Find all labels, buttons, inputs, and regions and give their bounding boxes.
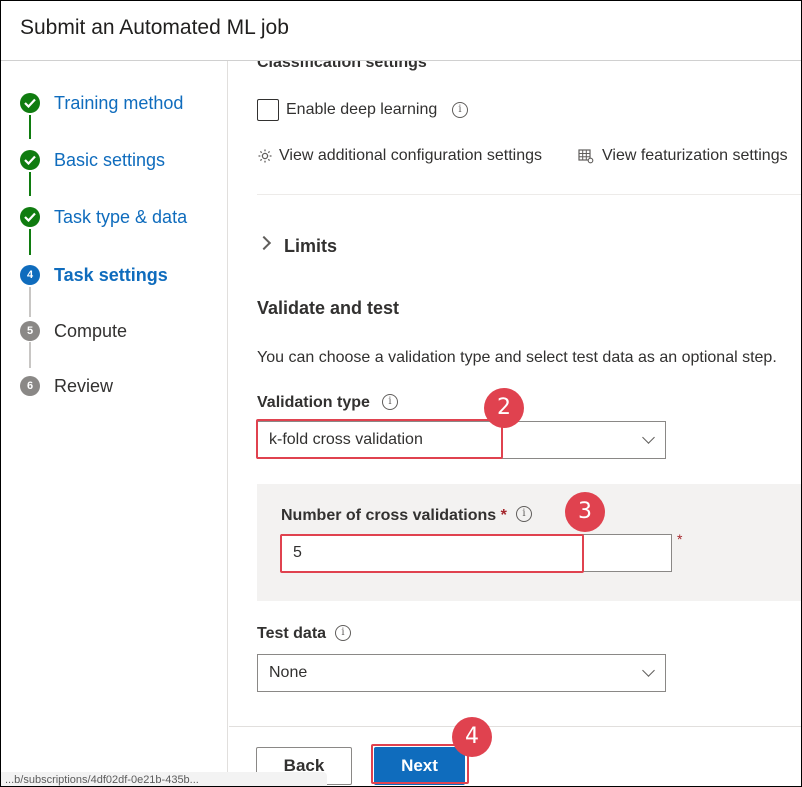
table-settings-icon — [578, 149, 594, 164]
step-task-settings[interactable]: 4 Task settings — [1, 260, 227, 290]
section-divider — [257, 194, 801, 195]
test-data-dropdown[interactable]: None — [257, 654, 666, 692]
step-label: Task type & data — [54, 207, 188, 227]
info-icon[interactable]: i — [335, 625, 351, 641]
step-label: Training method — [54, 93, 184, 113]
info-icon[interactable]: i — [452, 102, 468, 118]
test-data-label: Test data — [257, 625, 327, 642]
view-configuration-link[interactable]: View additional configuration settings — [279, 147, 542, 165]
validation-type-label: Validation type — [257, 394, 370, 411]
step-label: Task settings — [54, 265, 168, 285]
step-task-type-data[interactable]: Task type & data — [1, 202, 227, 232]
step-training-method[interactable]: Training method — [1, 88, 227, 118]
step-connector — [29, 287, 31, 317]
step-review[interactable]: 6 Review — [1, 371, 227, 401]
classification-heading: Classification settings — [257, 61, 427, 71]
info-icon[interactable]: i — [382, 394, 398, 410]
checkmark-icon — [20, 93, 40, 113]
limits-expander[interactable]: Limits — [284, 236, 337, 257]
step-label: Basic settings — [54, 150, 166, 170]
step-connector — [29, 172, 31, 196]
annotation-highlight — [256, 419, 503, 459]
info-icon[interactable]: i — [516, 506, 532, 522]
chevron-down-icon — [642, 431, 655, 444]
annotation-badge: 2 — [484, 388, 524, 428]
wizard-stepper: Training method Basic settings Task type… — [1, 61, 228, 786]
step-number-badge: 6 — [20, 376, 40, 396]
step-connector — [29, 115, 31, 139]
step-connector — [29, 229, 31, 255]
validate-description: You can choose a validation type and sel… — [257, 349, 777, 366]
checkmark-icon — [20, 207, 40, 227]
dialog-header: Submit an Automated ML job — [1, 1, 801, 61]
step-compute[interactable]: 5 Compute — [1, 316, 227, 346]
deep-learning-label: Enable deep learning — [286, 101, 438, 118]
status-bar-url: ...b/subscriptions/4df02df-0e21b-435b... — [1, 772, 327, 786]
step-number-badge: 4 — [20, 265, 40, 285]
required-indicator: * — [677, 531, 683, 547]
chevron-down-icon — [642, 664, 655, 677]
test-data-value: None — [269, 664, 308, 681]
cross-validations-label: Number of cross validations * — [281, 507, 507, 524]
annotation-badge: 3 — [565, 492, 605, 532]
step-label: Compute — [54, 321, 128, 341]
annotation-badge: 4 — [452, 717, 492, 757]
gear-icon — [258, 149, 272, 163]
step-label: Review — [54, 376, 114, 396]
annotation-highlight — [280, 534, 584, 573]
dialog-frame: Submit an Automated ML job Training meth… — [0, 0, 802, 787]
chevron-right-icon[interactable] — [256, 235, 272, 251]
view-featurization-link[interactable]: View featurization settings — [602, 147, 788, 165]
validate-test-heading: Validate and test — [257, 298, 400, 318]
annotation-highlight — [371, 744, 469, 784]
step-basic-settings[interactable]: Basic settings — [1, 145, 227, 175]
deep-learning-checkbox[interactable] — [257, 99, 279, 121]
dialog-title: Submit an Automated ML job — [20, 16, 289, 39]
checkmark-icon — [20, 150, 40, 170]
step-number-badge: 5 — [20, 321, 40, 341]
